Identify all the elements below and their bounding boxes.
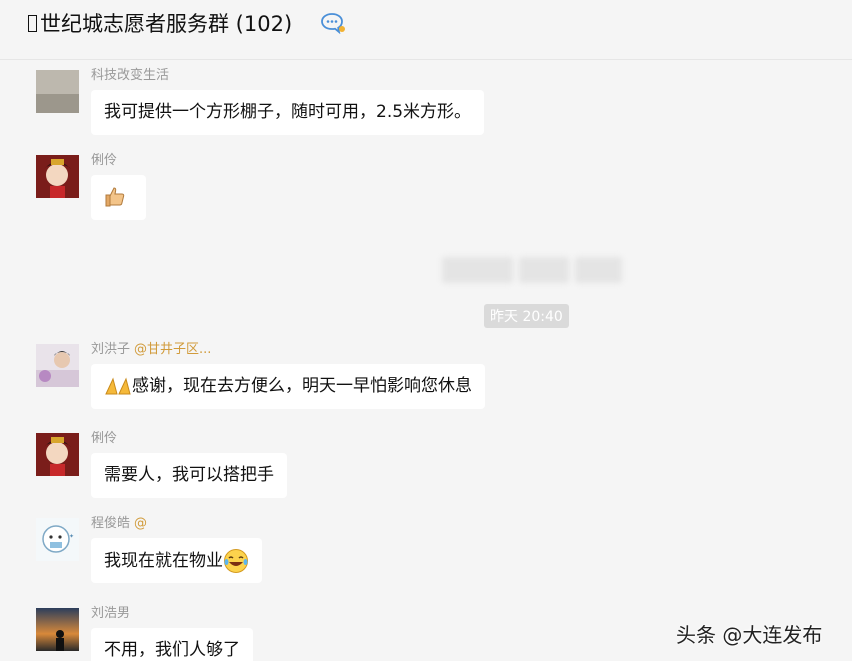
avatar-image: [36, 344, 79, 387]
chat-message-list[interactable]: 科技改变生活 我可提供一个方形棚子，随时可用，2.5米方形。 俐伶 昨天 20:…: [0, 61, 852, 661]
message-bubble[interactable]: 我可提供一个方形棚子，随时可用，2.5米方形。: [91, 90, 485, 135]
message-bubble[interactable]: [91, 175, 146, 220]
blurred-system-notice: [442, 257, 622, 283]
svg-text:✦: ✦: [69, 533, 74, 540]
message-text: 不用，我们人够了: [104, 640, 240, 660]
praying-hands-icon: [105, 377, 131, 395]
sender-name: 刘浩男: [91, 606, 131, 621]
avatar[interactable]: [36, 70, 79, 113]
thumbs-up-icon: [105, 187, 125, 207]
sender-name: 科技改变生活: [91, 68, 170, 83]
sender-name: 程俊皓 @: [91, 516, 148, 531]
message-bubble[interactable]: 需要人，我可以搭把手: [91, 453, 287, 498]
message-bubble[interactable]: 不用，我们人够了: [91, 628, 253, 661]
avatar-image: ✦: [36, 518, 79, 561]
message-text: 我可提供一个方形棚子，随时可用，2.5米方形。: [104, 102, 472, 122]
avatar-image: [36, 155, 79, 198]
chat-bubble-dots-icon[interactable]: [320, 12, 346, 34]
group-title[interactable]: 世纪城志愿者服务群 (102): [28, 8, 292, 38]
avatar[interactable]: [36, 344, 79, 387]
avatar-image: [36, 433, 79, 476]
avatar[interactable]: [36, 433, 79, 476]
timestamp-divider: 昨天 20:40: [484, 304, 569, 328]
sender-name: 俐伶: [91, 153, 118, 168]
sender-name: 俐伶: [91, 431, 118, 446]
chat-header: 世纪城志愿者服务群 (102): [0, 0, 852, 60]
avatar[interactable]: [36, 155, 79, 198]
avatar-image: [36, 608, 79, 651]
message-bubble[interactable]: 我现在就在物业: [91, 538, 262, 583]
message-text: 我现在就在物业: [104, 551, 223, 571]
avatar[interactable]: ✦: [36, 518, 79, 561]
message-text: 感谢，现在去方便么，明天一早怕影响您休息: [132, 376, 472, 396]
message-text: 需要人，我可以搭把手: [104, 465, 274, 485]
sender-name: 刘洪子 @甘井子区...: [91, 342, 212, 357]
avatar[interactable]: [36, 608, 79, 651]
mention-tag[interactable]: @甘井子区...: [134, 342, 211, 357]
message-bubble[interactable]: 感谢，现在去方便么，明天一早怕影响您休息: [91, 364, 485, 409]
missing-glyph-icon: [28, 15, 37, 32]
source-watermark: 头条 @大连发布: [676, 623, 823, 647]
avatar-image: [36, 70, 79, 113]
mention-tag[interactable]: @: [134, 516, 147, 531]
laughing-tears-icon: [224, 549, 248, 573]
